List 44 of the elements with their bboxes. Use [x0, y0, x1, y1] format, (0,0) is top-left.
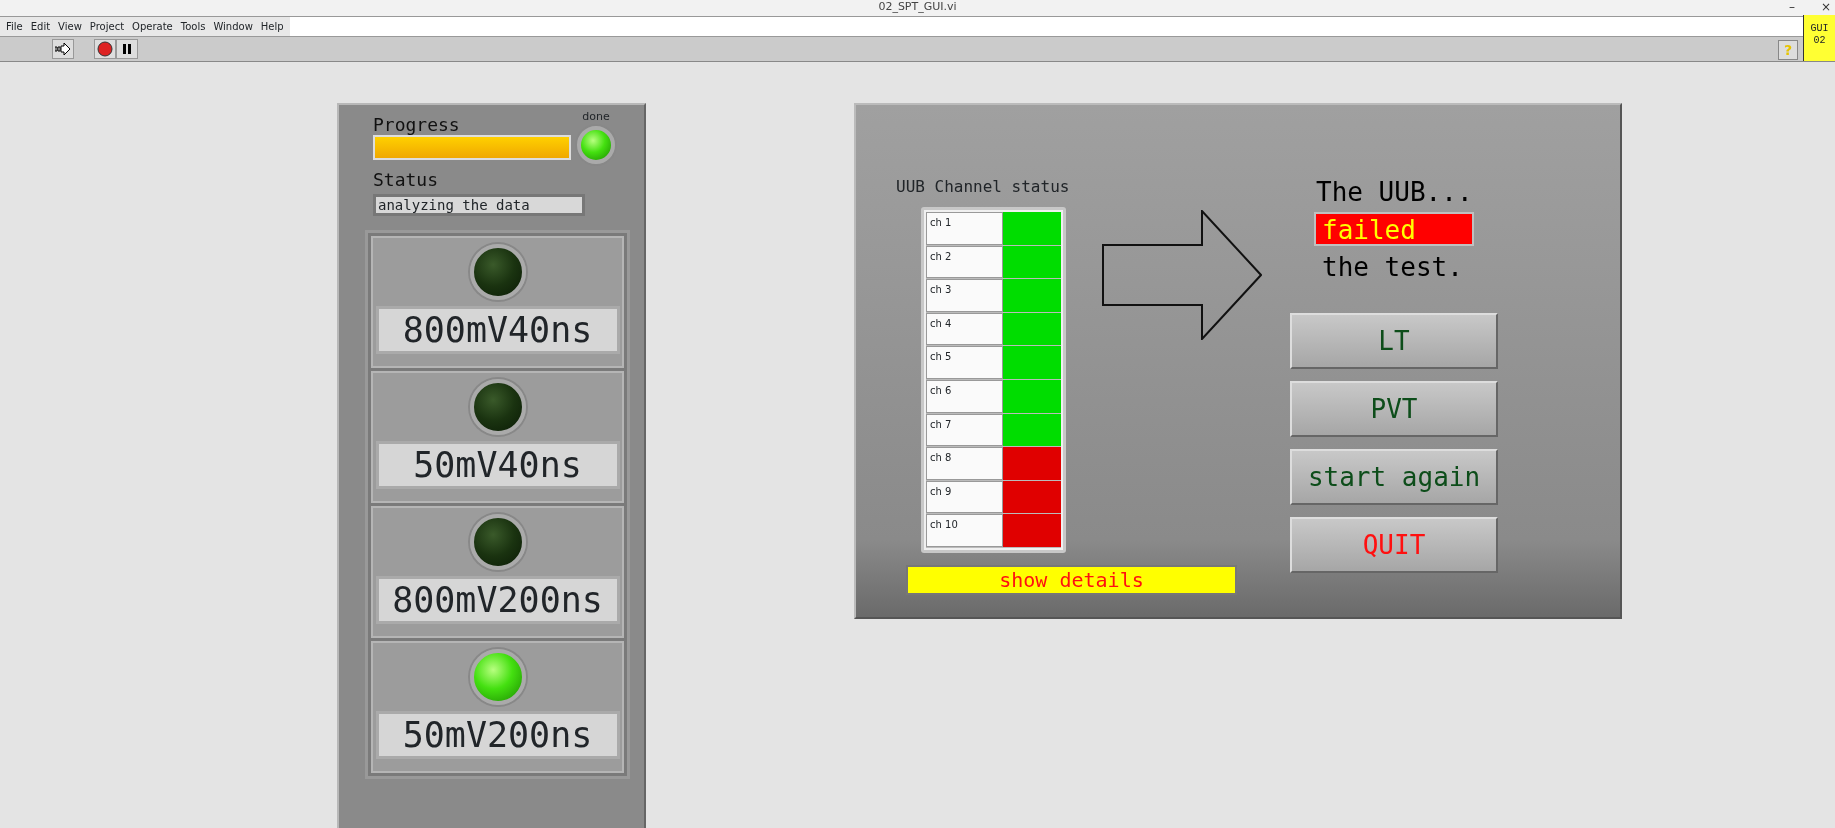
run-arrow-icon: [55, 43, 71, 55]
channel-name: ch 5: [926, 346, 1003, 379]
done-label: done: [582, 109, 610, 125]
stop-icon: [97, 41, 113, 57]
channel-name: ch 7: [926, 413, 1003, 447]
channel-name: ch 10: [926, 514, 1003, 547]
window-title: 02_SPT_GUI.vi: [878, 0, 957, 14]
channel-name: ch 8: [926, 447, 1003, 480]
indicator-label: 800mV200ns: [375, 575, 620, 624]
indicator-label: 800mV40ns: [375, 305, 620, 354]
result-text: the test.: [1322, 251, 1464, 284]
pause-icon: [122, 43, 132, 55]
minimize-button[interactable]: –: [1789, 0, 1795, 14]
menu-item[interactable]: Operate: [128, 19, 177, 34]
channel-name: ch 3: [926, 279, 1003, 312]
action-button[interactable]: start again: [1290, 449, 1498, 505]
menu-item[interactable]: Help: [256, 19, 288, 34]
vi-icon: GUI 02: [1803, 15, 1835, 61]
pause-button[interactable]: [116, 39, 138, 59]
menu-item[interactable]: Project: [85, 19, 129, 34]
menu-item[interactable]: Tools: [176, 19, 210, 34]
show-details-button[interactable]: show details: [906, 564, 1237, 595]
menu-item[interactable]: View: [54, 19, 86, 34]
channel-title: UUB Channel status: [896, 176, 1070, 198]
run-button[interactable]: [52, 39, 74, 59]
result-text: The UUB...: [1316, 176, 1474, 209]
channel-name: ch 2: [926, 245, 1003, 279]
channel-name: ch 6: [926, 379, 1003, 413]
close-button[interactable]: ×: [1820, 0, 1831, 14]
menu-item[interactable]: Edit: [26, 19, 55, 34]
result-field: failed: [1314, 212, 1474, 246]
progress-label: Progress: [373, 115, 461, 135]
menu-item[interactable]: Window: [209, 19, 257, 34]
channel-name: ch 1: [926, 212, 1003, 245]
channel-name: ch 4: [926, 312, 1003, 346]
abort-button[interactable]: [94, 39, 116, 59]
status-label: Status: [373, 169, 440, 190]
action-button[interactable]: LT: [1290, 313, 1498, 369]
indicator-label: 50mV40ns: [375, 440, 620, 489]
menu-item[interactable]: File: [2, 19, 27, 34]
action-button[interactable]: PVT: [1290, 381, 1498, 437]
indicator-label: 50mV200ns: [375, 710, 620, 759]
channel-name: ch 9: [926, 480, 1003, 514]
status-field: analyzing the data: [373, 193, 585, 216]
